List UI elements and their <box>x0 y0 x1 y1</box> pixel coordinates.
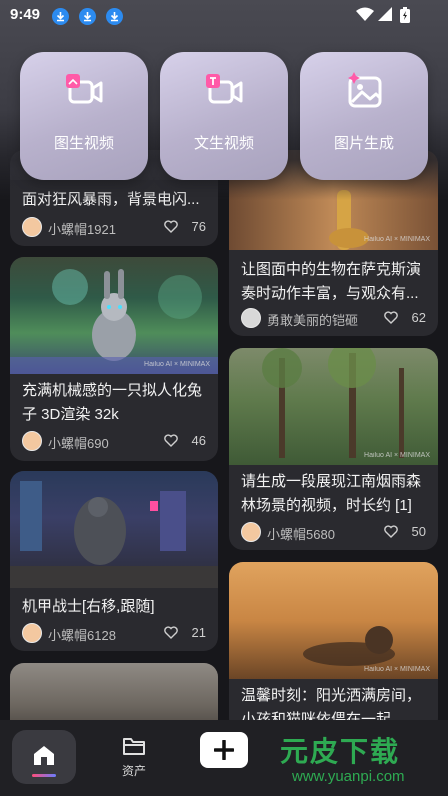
action-label: 图片生成 <box>333 135 394 152</box>
author-name: 小螺帽5680 <box>267 527 335 542</box>
home-icon <box>34 746 54 765</box>
card-title: 机甲战士[右移,跟随] <box>22 598 155 615</box>
image-watermark: Hailuo AI × MINIMAX <box>364 236 430 243</box>
image-watermark: Hailuo AI × MINIMAX <box>364 666 430 673</box>
feed-card[interactable] <box>10 663 218 720</box>
image-to-video-button[interactable]: 图生视频 <box>20 52 148 180</box>
image-watermark: Hailuo AI × MINIMAX <box>144 361 210 368</box>
download-notification-icon <box>106 8 123 25</box>
wifi-icon <box>356 7 374 21</box>
like-count: 21 <box>191 625 206 640</box>
mech-illustration <box>10 481 218 588</box>
heart-icon[interactable] <box>164 626 178 639</box>
nav-assets[interactable]: 资产 <box>112 736 156 780</box>
avatar <box>241 308 261 328</box>
action-label: 文生视频 <box>193 135 254 152</box>
like-count: 62 <box>411 310 426 325</box>
text-to-video-icon <box>206 74 243 104</box>
card-meta: 小螺帽6128 21 <box>22 623 206 643</box>
image-generate-icon <box>348 72 382 108</box>
avatar <box>22 623 42 643</box>
feed-card[interactable]: Hailuo AI × MINIMAX 温馨时刻：阳光洒满房间，小孩和猫咪依偎在… <box>229 562 438 720</box>
author-name: 勇敢美丽的铠砸 <box>267 313 359 328</box>
forest-illustration <box>262 348 404 458</box>
card-meta: 小螺帽690 46 <box>22 431 206 451</box>
feed-card[interactable]: 机甲战士[右移,跟随] 小螺帽6128 21 <box>10 471 218 651</box>
site-watermark: 元皮下载 www.yuanpi.com <box>268 726 446 794</box>
card-title: 充满机械感的一只拟人化兔子 3D渲染 32k <box>22 382 203 423</box>
heart-icon[interactable] <box>384 311 398 324</box>
battery-icon <box>400 7 410 23</box>
nav-assets-label: 资产 <box>121 764 146 778</box>
child-cat-illustration <box>303 626 395 666</box>
folder-icon <box>123 738 145 755</box>
like-count: 50 <box>411 524 426 539</box>
card-image <box>10 471 218 588</box>
text-to-video-button[interactable]: 文生视频 <box>160 52 288 180</box>
download-notification-icon <box>79 8 96 25</box>
card-title: 请生成一段展现江南烟雨森林场景的视频，时长约 [1] ... <box>241 473 422 514</box>
card-meta: 小螺帽1921 76 <box>22 217 206 237</box>
author-name: 小螺帽690 <box>48 436 109 451</box>
feed-card[interactable]: Hailuo AI × MINIMAX 请生成一段展现江南烟雨森林场景的视频，时… <box>229 348 438 550</box>
avatar <box>22 217 42 237</box>
image-watermark: Hailuo AI × MINIMAX <box>364 452 430 459</box>
card-image <box>229 348 438 465</box>
avatar <box>241 522 261 542</box>
card-title: 让图面中的生物在萨克斯演奏时动作丰富，与观众有... <box>241 261 422 302</box>
download-notification-icon <box>52 8 69 25</box>
image-generate-button[interactable]: 图片生成 <box>300 52 428 180</box>
site-watermark-url: www.yuanpi.com <box>292 768 405 785</box>
status-bar: 9:49 <box>0 0 448 32</box>
card-image <box>10 257 218 374</box>
card-title: 温馨时刻：阳光洒满房间，小孩和猫咪依偎在一起 <box>241 687 422 720</box>
card-image <box>10 663 218 720</box>
like-count: 46 <box>191 433 206 448</box>
card-image <box>229 562 438 679</box>
nav-home[interactable] <box>12 730 76 784</box>
author-name: 小螺帽6128 <box>48 628 116 643</box>
signal-icon <box>378 7 392 21</box>
heart-icon[interactable] <box>164 220 178 233</box>
rabbit-illustration <box>10 269 218 374</box>
status-time: 9:49 <box>10 6 41 23</box>
like-count: 76 <box>191 219 206 234</box>
author-name: 小螺帽1921 <box>48 222 116 237</box>
image-to-video-icon <box>66 74 103 104</box>
heart-icon[interactable] <box>384 525 398 538</box>
avatar <box>22 431 42 451</box>
feed-card[interactable]: Hailuo AI × MINIMAX 充满机械感的一只拟人化兔子 3D渲染 3… <box>10 257 218 461</box>
plus-icon <box>214 740 234 760</box>
card-meta: 小螺帽5680 50 <box>241 522 426 542</box>
action-label: 图生视频 <box>53 135 114 152</box>
active-indicator <box>32 774 56 777</box>
heart-icon[interactable] <box>164 434 178 447</box>
create-button[interactable] <box>200 732 248 768</box>
card-meta: 勇敢美丽的铠砸 62 <box>241 308 426 328</box>
site-watermark-title: 元皮下载 <box>280 736 401 767</box>
